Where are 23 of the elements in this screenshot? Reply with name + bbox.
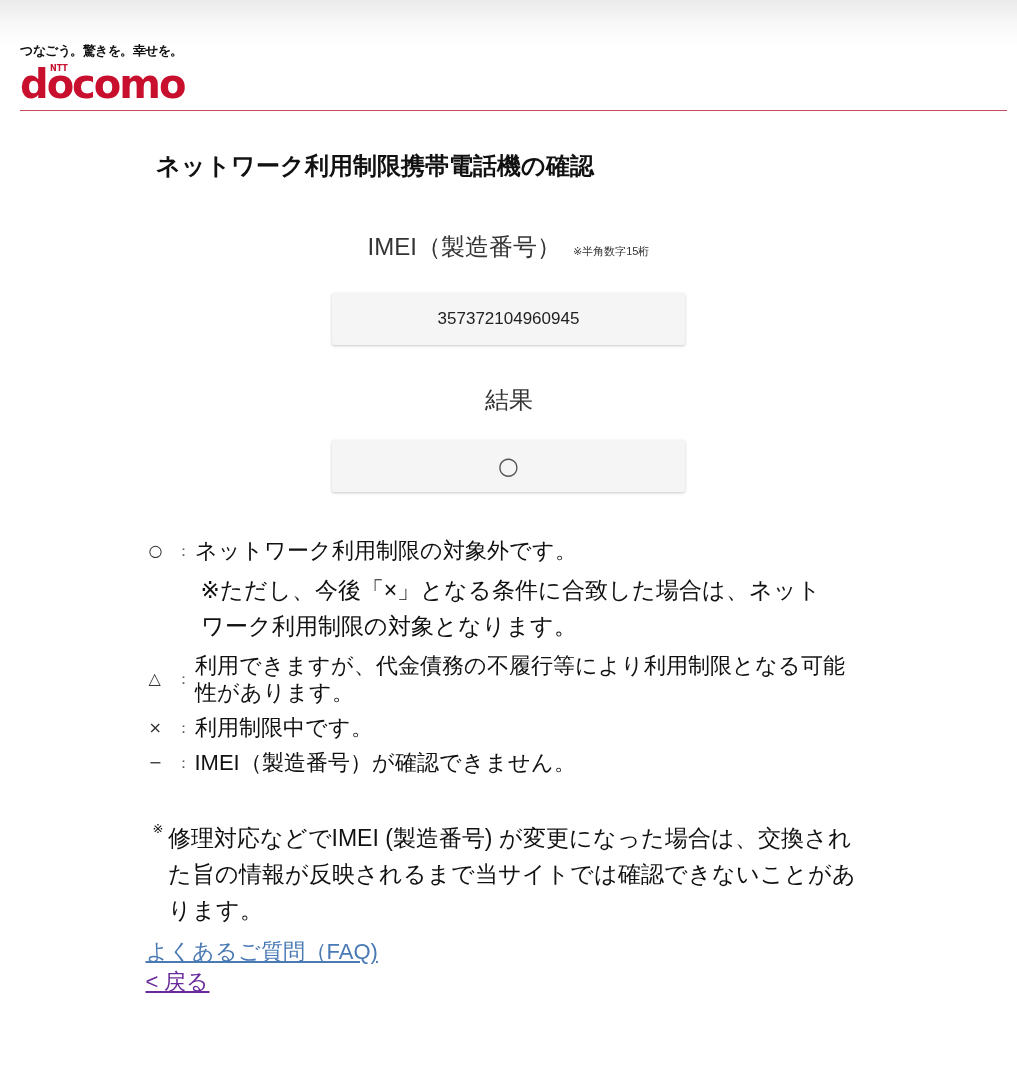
legend-note: ※ただし、今後「×」となる条件に合致した場合は、ネットワーク利用制限の対象となります。	[199, 576, 822, 641]
page-title: ネットワーク利用制限携帯電話機の確認	[155, 151, 596, 181]
legend-symbol: ○	[148, 540, 164, 561]
legend-text: ネットワーク利用制限の対象外です。	[194, 537, 577, 564]
footnote-text: $^{※}$修理対応などでIMEI (製造番号) が変更になった場合は、交換された旨の情報が反映されるまで当サイトでは確認できないことがあります。	[152, 820, 857, 925]
back-link[interactable]: < 戻る	[145, 967, 210, 997]
legend-symbol: △	[148, 669, 162, 689]
legend-symbol: −	[148, 752, 163, 773]
result-label: 結果	[484, 385, 533, 415]
imei-field: 357372104960945	[332, 293, 685, 345]
legend-symbol: ×	[148, 717, 163, 738]
faq-link[interactable]: よくあるご質問（FAQ)	[145, 937, 378, 967]
legend-text: 利用制限中です。	[194, 714, 373, 741]
legend-colon: ：	[175, 752, 192, 773]
imei-hint: ※半角数字15桁	[572, 244, 650, 259]
legend-text: IMEI（製造番号）が確認できません。	[194, 749, 576, 776]
legend-colon: ：	[175, 717, 192, 738]
legend-text: 利用できますが、代金債務の不履行等により利用制限となる可能性があります。	[194, 652, 846, 706]
legend-colon: ：	[175, 540, 192, 561]
imei-label: IMEI（製造番号）	[367, 232, 561, 262]
tagline: つなごう。驚きを。幸せを。	[20, 43, 183, 58]
legend-colon: ：	[175, 669, 192, 689]
result-field: ○	[332, 440, 685, 492]
